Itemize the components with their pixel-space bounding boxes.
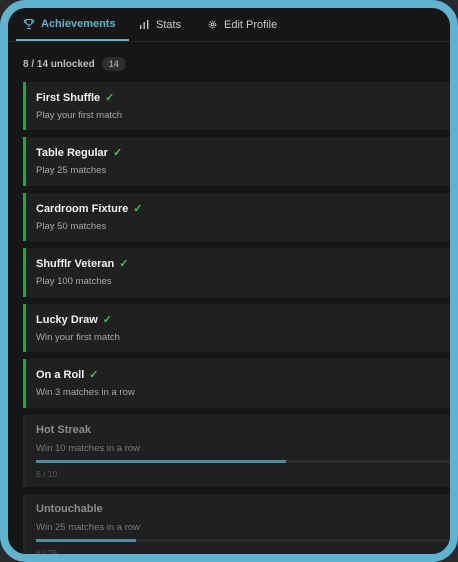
- achievement-title: Table Regular ✓: [36, 147, 123, 159]
- progress-text: 6 / 10: [36, 469, 58, 479]
- achievement-title: On a Roll ✓: [36, 369, 99, 381]
- check-icon: ✓: [105, 92, 115, 104]
- app-window: Achievements Stats Edit Profile 8 / 14 u…: [0, 0, 458, 562]
- achievement-title: First Shuffle ✓: [36, 92, 115, 104]
- unlocked-count: 8 / 14 unlocked: [23, 58, 95, 70]
- achievement-card: First Shuffle ✓ Play your first match: [23, 82, 450, 130]
- tab-stats-label: Stats: [156, 18, 182, 31]
- trophy-icon: [23, 18, 35, 29]
- achievement-description: Win 3 matches in a row: [36, 387, 135, 398]
- total-count-badge: 14: [101, 57, 126, 71]
- achievement-description: Win your first match: [36, 332, 120, 343]
- progress-bar: [36, 539, 450, 542]
- tab-achievements-label: Achievements: [41, 17, 116, 30]
- tab-edit-profile[interactable]: Edit Profile: [207, 8, 277, 41]
- tab-bar: Achievements Stats Edit Profile: [8, 8, 450, 42]
- check-icon: ✓: [102, 314, 112, 326]
- gear-icon: [208, 20, 217, 29]
- tab-achievements[interactable]: Achievements: [16, 8, 129, 41]
- achievement-description: Play 25 matches: [36, 165, 107, 176]
- check-icon: ✓: [89, 369, 99, 381]
- tab-stats[interactable]: Stats: [139, 8, 181, 41]
- achievement-card: Cardroom Fixture ✓ Play 50 matches: [23, 193, 450, 241]
- achievement-description: Play 50 matches: [36, 221, 107, 232]
- achievement-card-locked: Hot Streak Win 10 matches in a row 6 / 1…: [23, 415, 450, 487]
- check-icon: ✓: [133, 203, 143, 215]
- tab-edit-profile-label: Edit Profile: [224, 18, 278, 31]
- achievement-title: Lucky Draw ✓: [36, 314, 112, 326]
- unlocked-summary: 8 / 14 unlocked 14: [23, 57, 126, 71]
- progress-text: 6 / 25: [36, 548, 58, 558]
- check-icon: ✓: [112, 147, 123, 159]
- achievement-title: Untouchable: [36, 503, 103, 515]
- progress-fill: [36, 539, 137, 542]
- bar-chart-icon: [140, 20, 149, 29]
- achievement-card: On a Roll ✓ Win 3 matches in a row: [23, 359, 450, 408]
- achievement-card: Lucky Draw ✓ Win your first match: [23, 304, 450, 352]
- achievement-card: Table Regular ✓ Play 25 matches: [23, 137, 450, 186]
- progress-fill: [36, 460, 287, 463]
- achievement-card: Shufflr Veteran ✓ Play 100 matches: [23, 248, 450, 297]
- achievement-title: Shufflr Veteran ✓: [36, 258, 129, 270]
- achievement-description: Win 10 matches in a row: [36, 443, 141, 454]
- achievement-title: Cardroom Fixture ✓: [36, 203, 143, 215]
- achievement-title: Hot Streak: [36, 424, 92, 436]
- check-icon: ✓: [119, 258, 129, 270]
- achievement-description: Play your first match: [36, 110, 123, 121]
- achievement-description: Play 100 matches: [36, 276, 112, 287]
- progress-bar: [36, 460, 450, 463]
- achievement-card-locked: Untouchable Win 25 matches in a row 6 / …: [23, 494, 450, 558]
- achievement-description: Win 25 matches in a row: [36, 522, 141, 533]
